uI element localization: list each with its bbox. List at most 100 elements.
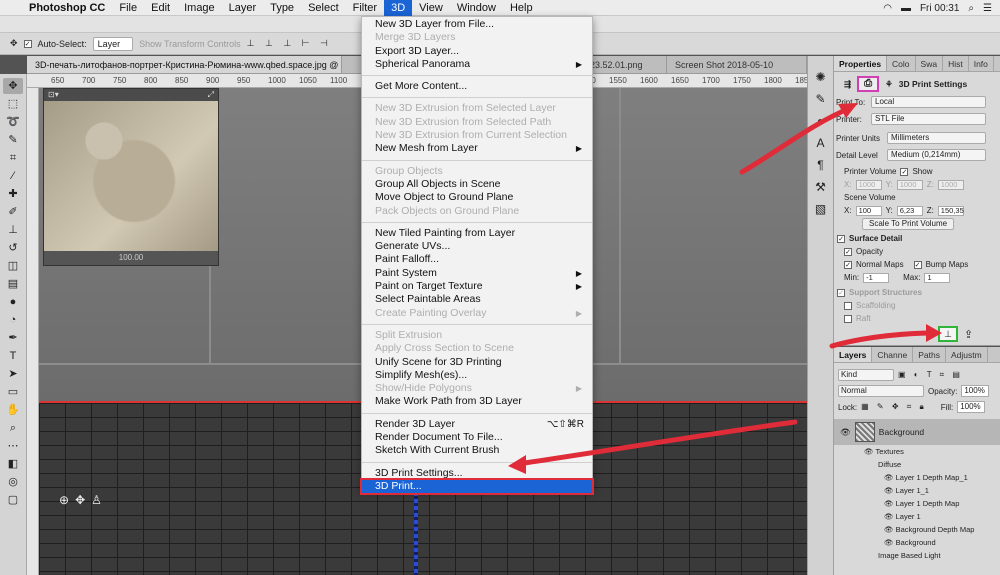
history-brush-icon[interactable]: ↺ [3, 240, 23, 256]
menu-item-make-work-path-from-3d-layer[interactable]: Make Work Path from 3D Layer [362, 395, 592, 408]
zoom-tool-icon[interactable]: ⌕ [3, 420, 23, 436]
opacity-checkbox[interactable]: ✓ [844, 247, 852, 256]
paragraph-icon[interactable]: ¶ [817, 158, 823, 172]
tab-history[interactable]: Hist [943, 56, 969, 71]
clone-stamp-icon[interactable]: ⊥ [3, 222, 23, 238]
tab-info[interactable]: Info [969, 56, 994, 71]
menu-layer[interactable]: Layer [222, 0, 264, 16]
eraser-icon[interactable]: ◫ [3, 258, 23, 274]
healing-brush-icon[interactable]: ✚ [3, 186, 23, 202]
tab-adjustments[interactable]: Adjustm [946, 347, 988, 362]
opacity-input[interactable]: 100% [961, 385, 990, 397]
move-tool-icon[interactable]: ✥ [10, 38, 18, 49]
menu-item-group-all-objects-in-scene[interactable]: Group All Objects in Scene [362, 178, 592, 191]
auto-select-checkbox[interactable]: ✓ [23, 39, 32, 48]
ibl-item[interactable]: Image Based Light [834, 549, 1000, 562]
menu-type[interactable]: Type [263, 0, 301, 16]
texture-item[interactable]: 👁︎ Layer 1_1 [834, 484, 1000, 497]
fill-input[interactable]: 100% [957, 401, 986, 413]
print-to-dropdown[interactable]: Local [871, 96, 986, 108]
pan-icon[interactable]: ✥ [75, 493, 85, 507]
menu-item-select-paintable-areas[interactable]: Select Paintable Areas [362, 293, 592, 306]
sv-x[interactable]: 100 [855, 205, 882, 216]
expand-icon[interactable]: ⤢ [208, 89, 214, 101]
menu-item-generate-uvs[interactable]: Generate UVs... [362, 240, 592, 253]
scene-icon[interactable]: ⚘ [885, 79, 893, 90]
tab-swatches[interactable]: Swa [916, 56, 944, 71]
detail-dropdown[interactable]: Medium (0,214mm) [887, 149, 986, 161]
transform-controls-label[interactable]: Show Transform Controls [139, 39, 241, 49]
orbit-icon[interactable]: ⊕ [59, 493, 69, 507]
search-icon[interactable]: ⌕ [968, 3, 974, 14]
screen-mode-icon[interactable]: ▢ [3, 492, 23, 508]
more-tools-icon[interactable]: ⋯ [3, 438, 23, 454]
adjustments-icon[interactable]: ◐ [817, 114, 824, 128]
align-icons[interactable]: ⊥ ⊥ ⊥ ⊢ ⊣ [247, 38, 332, 49]
menu-help[interactable]: Help [503, 0, 540, 16]
menu-edit[interactable]: Edit [144, 0, 177, 16]
menu-item-3d-print-settings[interactable]: 3D Print Settings... [362, 467, 592, 480]
menu-item-render-3d-layer[interactable]: Render 3D Layer ⌥⇧⌘R [362, 418, 592, 431]
brush-tool-icon[interactable]: ✐ [3, 204, 23, 220]
tool-presets-icon[interactable]: ⚒ [815, 180, 826, 194]
menu-item-sketch-with-current-brush[interactable]: Sketch With Current Brush [362, 444, 592, 457]
view-menu-icon[interactable]: ⊡▾ [48, 89, 59, 101]
character-icon[interactable]: A [816, 136, 824, 150]
print-settings-icon[interactable]: ⎙ [857, 76, 880, 92]
tab-properties[interactable]: Properties [834, 56, 888, 71]
dolly-icon[interactable]: ♙ [91, 493, 102, 507]
tab-layers[interactable]: Layers [834, 347, 873, 362]
sv-y[interactable]: 6,23 [896, 205, 923, 216]
scale-to-print-volume-button[interactable]: Scale To Print Volume [862, 217, 955, 230]
menu-item-export-3d-layer[interactable]: Export 3D Layer... [362, 45, 592, 58]
texture-item[interactable]: 👁︎ Background Depth Map [834, 523, 1000, 536]
filter-icons[interactable]: ▣ ◐ T ⌗ ▤ [898, 370, 963, 380]
diffuse-item[interactable]: Diffuse [834, 458, 1000, 471]
export-icon[interactable]: ⇪ [964, 328, 973, 341]
gradient-icon[interactable]: ▤ [3, 276, 23, 292]
path-select-icon[interactable]: ➤ [3, 366, 23, 382]
eyedropper-icon[interactable]: ⁄ [3, 168, 23, 184]
tab-paths[interactable]: Paths [913, 347, 946, 362]
menu-view[interactable]: View [412, 0, 450, 16]
menu-image[interactable]: Image [177, 0, 222, 16]
menu-item-unify-scene-for-3d-printing[interactable]: Unify Scene for 3D Printing [362, 356, 592, 369]
texture-item[interactable]: 👁︎ Layer 1 Depth Map [834, 497, 1000, 510]
pen-tool-icon[interactable]: ✒ [3, 330, 23, 346]
menu-filter[interactable]: Filter [346, 0, 384, 16]
texture-item[interactable]: 👁︎ Background [834, 536, 1000, 549]
surface-detail-checkbox[interactable]: ✓ [837, 234, 845, 243]
menu-file[interactable]: File [112, 0, 144, 16]
quick-select-icon[interactable]: ✎ [3, 132, 23, 148]
blur-icon[interactable]: ● [3, 294, 23, 310]
max-input[interactable]: 1 [924, 272, 951, 283]
flag-icon[interactable]: ▬ [901, 3, 911, 14]
menu-item-new-mesh-from-layer[interactable]: New Mesh from Layer ▶ [362, 142, 592, 155]
menu-select[interactable]: Select [301, 0, 346, 16]
secondary-view[interactable]: ⊡▾ ⤢ 100.00 [43, 88, 219, 266]
menu-item-paint-on-target-texture[interactable]: Paint on Target Texture ▶ [362, 280, 592, 293]
menu-item-new-3d-layer-from-file[interactable]: New 3D Layer from File... [362, 18, 592, 31]
tab-color[interactable]: Colo [887, 56, 916, 71]
menu-item-simplify-mesh-es[interactable]: Simplify Mesh(es)... [362, 369, 592, 382]
units-dropdown[interactable]: Millimeters [887, 132, 986, 144]
tab-channels[interactable]: Channe [872, 347, 914, 362]
move-tool-icon[interactable]: ✥ [3, 78, 23, 94]
hand-tool-icon[interactable]: ✋ [3, 402, 23, 418]
quick-mask-icon[interactable]: ◎ [3, 474, 23, 490]
start-print-icon[interactable]: ⊥ [938, 326, 958, 342]
texture-item[interactable]: 👁︎ Layer 1 Depth Map_1 [834, 471, 1000, 484]
texture-item[interactable]: 👁︎ Layer 1 [834, 510, 1000, 523]
styles-icon[interactable]: ▧ [815, 202, 826, 216]
min-input[interactable]: -1 [863, 272, 890, 283]
menu-item-move-object-to-ground-plane[interactable]: Move Object to Ground Plane [362, 191, 592, 204]
marquee-tool-icon[interactable]: ⬚ [3, 96, 23, 112]
brush-panel-icon[interactable]: ✎ [815, 92, 825, 106]
menu-item-3d-print[interactable]: 3D Print... [360, 477, 594, 496]
menu-item-new-tiled-painting-from-layer[interactable]: New Tiled Painting from Layer [362, 227, 592, 240]
layer-background-3d[interactable]: 👁︎ Background [834, 419, 1000, 445]
shape-tool-icon[interactable]: ▭ [3, 384, 23, 400]
menu-item-paint-system[interactable]: Paint System ▶ [362, 267, 592, 280]
menu-item-paint-falloff[interactable]: Paint Falloff... [362, 253, 592, 266]
tab-document[interactable]: 3D-печать-литофанов-портрет-Кристина-Рюм… [27, 56, 342, 73]
